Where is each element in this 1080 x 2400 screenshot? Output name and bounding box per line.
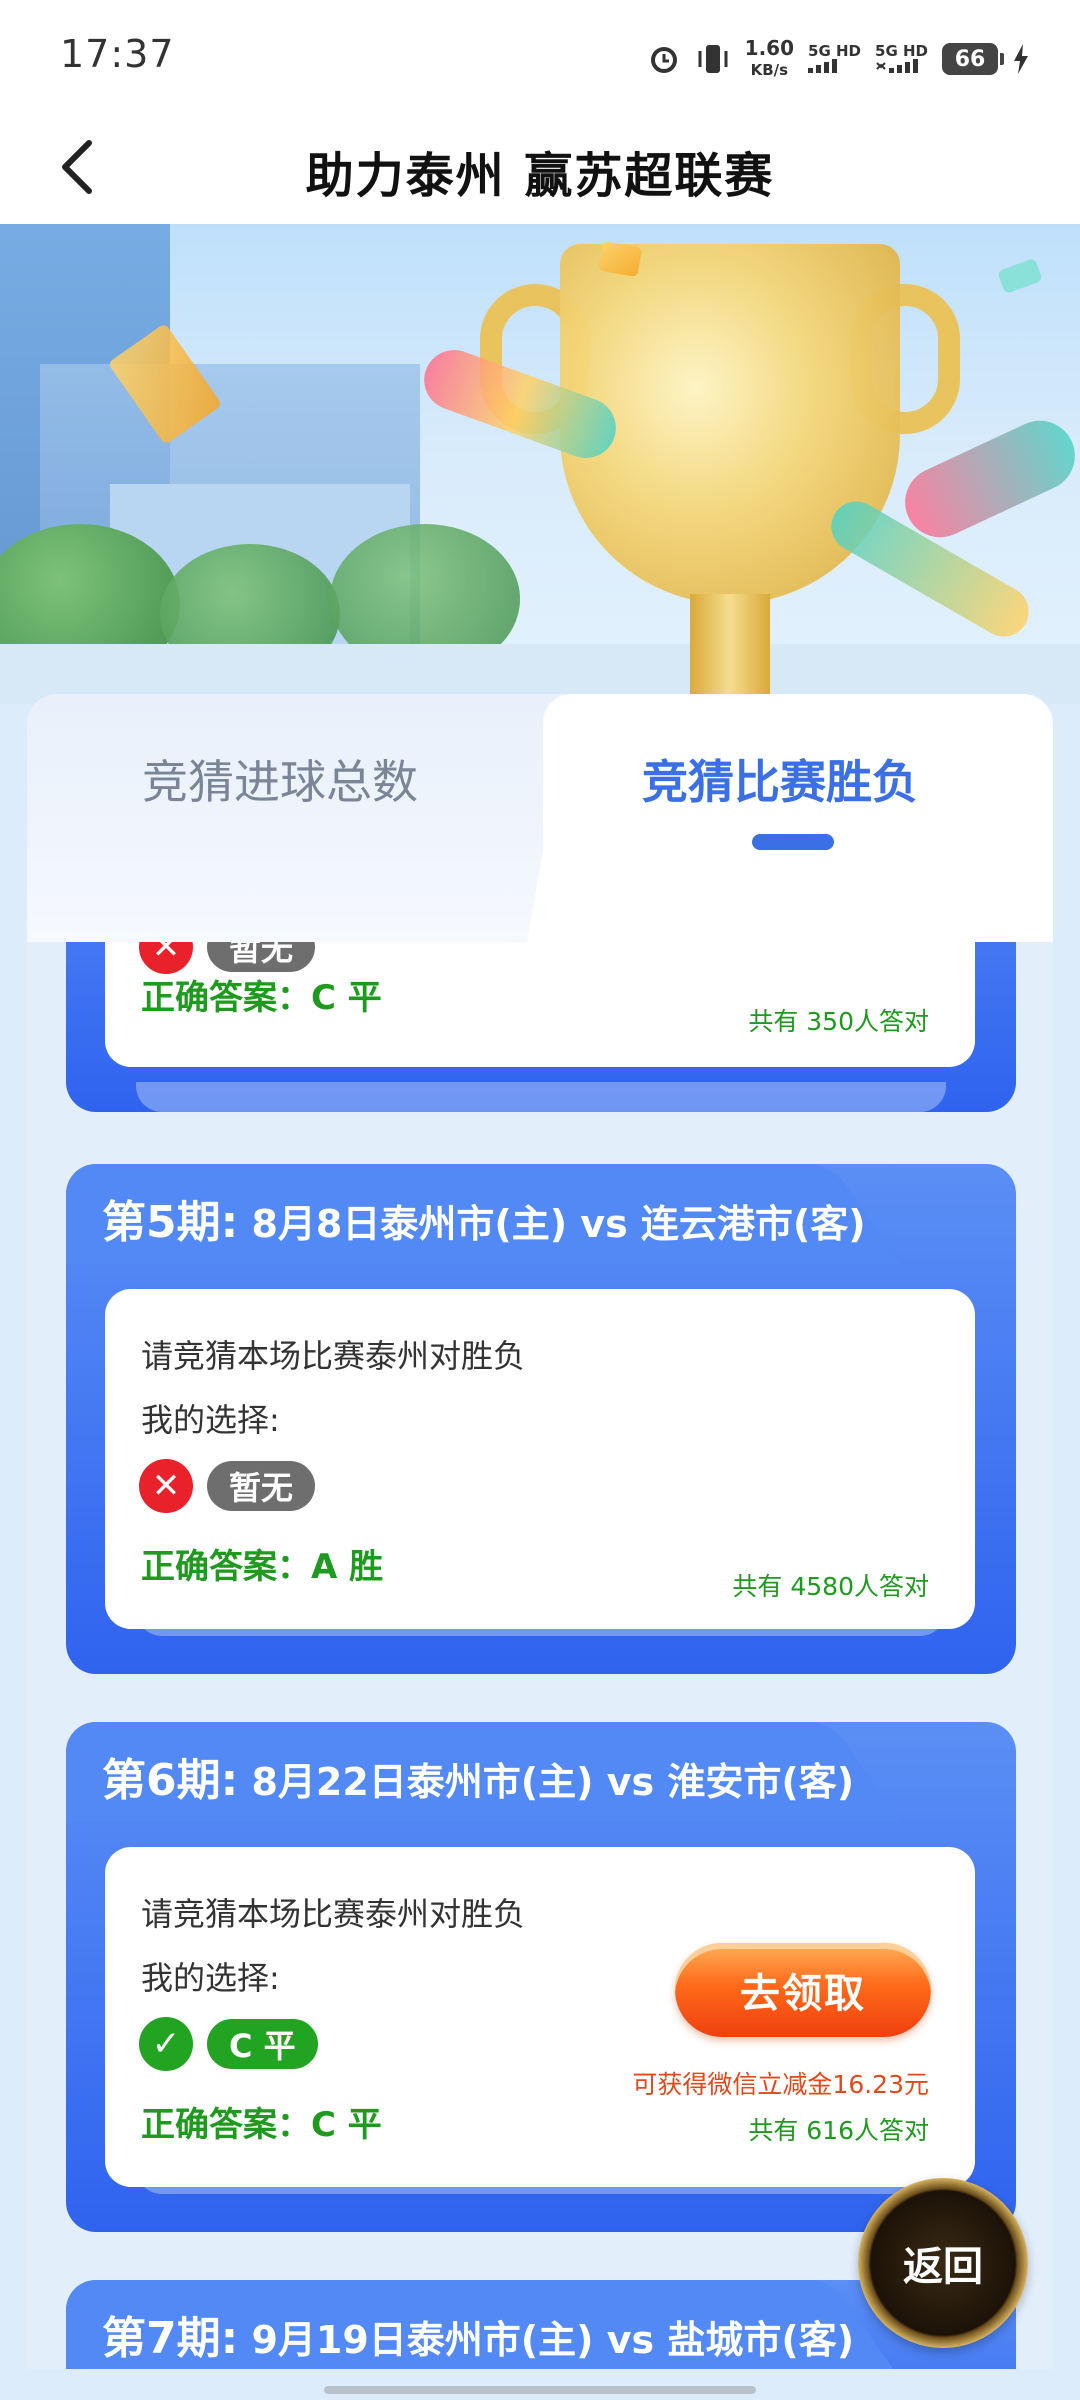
- network-speed: 1.60 KB/s: [745, 38, 794, 80]
- period-inner: ✕ 暂无 正确答案：C 平 共有 350人答对: [105, 942, 975, 1067]
- tab-bar: 竞猜进球总数 竞猜比赛胜负: [27, 694, 1053, 942]
- period-match: 8月22日泰州市(主) vs 淮安市(客): [238, 1760, 855, 1804]
- speed-unit: KB/s: [750, 61, 789, 79]
- choice-pill: C 平: [207, 2019, 318, 2069]
- trophy-banner: [0, 224, 1080, 704]
- period-inner: 请竞猜本场比赛泰州对胜负 我的选择: ✓ C 平 正确答案：C 平 去领取 可获…: [105, 1847, 975, 2187]
- battery-icon: 66: [942, 43, 1004, 75]
- correct-answer: 正确答案：C 平: [141, 2105, 382, 2145]
- claim-button[interactable]: 去领取: [675, 1943, 931, 2037]
- period-title: 第5期: 8月8日泰州市(主) vs 连云港市(客): [102, 1186, 866, 1250]
- wrong-icon: ✕: [139, 1459, 193, 1513]
- charging-icon: [1012, 44, 1030, 74]
- correct-count: 共有 616人答对: [748, 2116, 929, 2145]
- period-number: 第5期:: [102, 1197, 239, 1248]
- period-card: 第6期: 8月22日泰州市(主) vs 淮安市(客) 请竞猜本场比赛泰州对胜负 …: [66, 1722, 1016, 2232]
- period-number: 第7期:: [102, 2313, 239, 2364]
- nav-bar: 助力泰州 赢苏超联赛: [0, 110, 1080, 224]
- period-match: 9月19日泰州市(主) vs 盐城市(客): [238, 2318, 855, 2362]
- check-icon: ✓: [139, 2017, 193, 2071]
- status-time: 17:37: [60, 32, 175, 76]
- period-card: ✕ 暂无 正确答案：C 平 共有 350人答对: [66, 942, 1016, 1112]
- period-title: 第6期: 8月22日泰州市(主) vs 淮安市(客): [102, 1744, 854, 1808]
- quiz-card: 竞猜进球总数 竞猜比赛胜负 ✕ 暂无 正确答案：C 平 共有 350人答对 第5…: [27, 694, 1053, 2369]
- question-text: 请竞猜本场比赛泰州对胜负: [141, 1337, 526, 1375]
- choice-pill: 暂无: [207, 942, 316, 972]
- reward-text: 可获得微信立减金16.23元: [632, 2070, 929, 2099]
- period-card: 第5期: 8月8日泰州市(主) vs 连云港市(客) 请竞猜本场比赛泰州对胜负 …: [66, 1164, 1016, 1674]
- period-inner: 请竞猜本场比赛泰州对胜负 我的选择: ✕ 暂无 正确答案：A 胜 共有 4580…: [105, 1289, 975, 1629]
- vibrate-icon: [695, 41, 731, 77]
- correct-count: 共有 4580人答对: [732, 1572, 929, 1601]
- choice-row: ✕ 暂无: [139, 1459, 316, 1513]
- tab-indicator: [752, 834, 834, 850]
- correct-answer: 正确答案：A 胜: [141, 1547, 384, 1587]
- signal-2: 5G HD: [875, 43, 928, 76]
- choice-row: ✓ C 平: [139, 2017, 318, 2071]
- question-text: 请竞猜本场比赛泰州对胜负: [141, 1895, 526, 1933]
- alarm-icon: [647, 42, 681, 76]
- tab-total-goals[interactable]: 竞猜进球总数: [142, 746, 418, 812]
- return-label: 返回: [903, 2244, 983, 2290]
- net-label-1: 5G HD: [808, 41, 862, 60]
- my-choice-label: 我的选择:: [141, 1401, 280, 1439]
- period-list[interactable]: ✕ 暂无 正确答案：C 平 共有 350人答对 第5期: 8月8日泰州市(主) …: [27, 942, 1053, 2369]
- status-icons: 1.60 KB/s 5G HD 5G HD 66: [647, 34, 1030, 84]
- choice-pill: 暂无: [207, 1461, 316, 1511]
- correct-count: 共有 350人答对: [748, 1007, 929, 1036]
- net-label-2: 5G HD: [875, 41, 928, 60]
- page-title: 助力泰州 赢苏超联赛: [305, 148, 775, 204]
- correct-answer: 正确答案：C 平: [141, 978, 382, 1018]
- period-match: 8月8日泰州市(主) vs 连云港市(客): [238, 1202, 866, 1246]
- return-button[interactable]: 返回: [858, 2178, 1028, 2348]
- signal-1: 5G HD: [808, 43, 861, 76]
- period-title: 第7期: 9月19日泰州市(主) vs 盐城市(客): [102, 2302, 854, 2366]
- status-bar: 17:37 1.60 KB/s 5G HD 5G HD 66: [0, 0, 1080, 110]
- home-indicator[interactable]: [324, 2386, 756, 2394]
- speed-value: 1.60: [744, 36, 795, 60]
- my-choice-label: 我的选择:: [141, 1959, 280, 1997]
- period-number: 第6期:: [102, 1755, 239, 1806]
- tab-match-result[interactable]: 竞猜比赛胜负: [642, 746, 918, 812]
